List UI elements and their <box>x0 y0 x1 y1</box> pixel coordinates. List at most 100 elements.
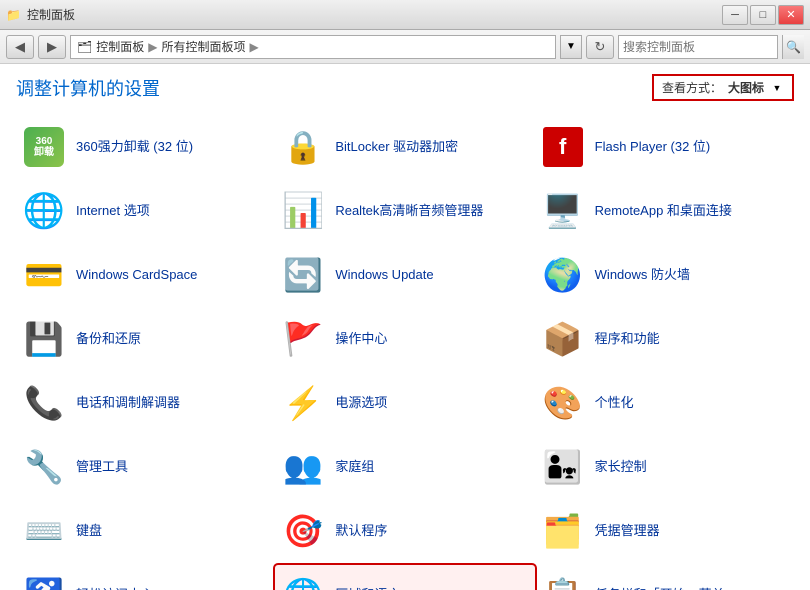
manage-label: 管理工具 <box>76 459 128 476</box>
defaults-icon: 🎯 <box>281 509 325 553</box>
internet-label: Internet 选项 <box>76 203 150 220</box>
personal-label: 个性化 <box>595 395 634 412</box>
access-label: 轻松访问中心 <box>76 587 154 590</box>
programs-label: 程序和功能 <box>595 331 660 348</box>
region-label: 区域和语言 <box>335 587 400 590</box>
winupdate-label: Windows Update <box>335 267 433 284</box>
breadcrumb-sep1: ▶ <box>148 40 157 54</box>
bitlocker-label: BitLocker 驱动器加密 <box>335 139 458 156</box>
items-grid: 360卸载360强力卸载 (32 位)🔒 BitLocker 驱动器加密 f Flas… <box>16 117 794 590</box>
taskbar-label: 任务栏和「开始」菜单 <box>595 587 725 590</box>
grid-item-defaults[interactable]: 🎯 默认程序 <box>275 501 534 561</box>
search-input[interactable] <box>623 40 773 54</box>
grid-item-cardspace[interactable]: 💳 Windows CardSpace <box>16 245 275 305</box>
backup-label: 备份和还原 <box>76 331 141 348</box>
power-label: 电源选项 <box>335 395 387 412</box>
window-controls: ─ □ ✕ <box>722 5 804 25</box>
winupdate-icon: 🔄 <box>281 253 325 297</box>
grid-item-manage[interactable]: 🔧 管理工具 <box>16 437 275 497</box>
folder-small-icon: 🗂 <box>77 40 92 54</box>
credentials-icon: 🗂️ <box>541 509 585 553</box>
minimize-button[interactable]: ─ <box>722 5 748 25</box>
manage-icon: 🔧 <box>22 445 66 489</box>
page-title: 调整计算机的设置 <box>16 75 160 101</box>
search-box <box>618 35 778 59</box>
taskbar-icon: 📋 <box>541 573 585 590</box>
defaults-label: 默认程序 <box>335 523 387 540</box>
breadcrumb-current[interactable]: 所有控制面板项 <box>161 38 245 55</box>
refresh-button[interactable]: ↻ <box>586 35 614 59</box>
grid-item-realtek[interactable]: 📊Realtek高清晰音频管理器 <box>275 181 534 241</box>
dropdown-arrow-icon: ▼ <box>566 41 576 52</box>
dropdown-button[interactable]: ▼ <box>560 35 582 59</box>
keyboard-label: 键盘 <box>76 523 102 540</box>
grid-item-taskbar[interactable]: 📋 任务栏和「开始」菜单 <box>535 565 794 590</box>
content-panel: 调整计算机的设置 查看方式： 大图标 ▼ 360卸载360强力卸载 (32 位)… <box>0 64 810 590</box>
360-icon: 360卸载 <box>22 125 66 169</box>
grid-item-360[interactable]: 360卸载360强力卸载 (32 位) <box>16 117 275 177</box>
view-label: 查看方式： <box>662 79 722 96</box>
search-button[interactable]: 🔍 <box>782 35 804 59</box>
search-icon: 🔍 <box>786 40 801 54</box>
grid-item-homegroup[interactable]: 👥 家庭组 <box>275 437 534 497</box>
view-dropdown-button[interactable]: ▼ <box>770 81 784 95</box>
grid-item-remoteapp[interactable]: 🖥️RemoteApp 和桌面连接 <box>535 181 794 241</box>
view-value: 大图标 <box>728 79 764 96</box>
back-button[interactable]: ◀ <box>6 35 34 59</box>
cardspace-icon: 💳 <box>22 253 66 297</box>
grid-item-flash[interactable]: f Flash Player (32 位) <box>535 117 794 177</box>
homegroup-label: 家庭组 <box>335 459 374 476</box>
flash-label: Flash Player (32 位) <box>595 139 711 156</box>
grid-item-personal[interactable]: 🎨 个性化 <box>535 373 794 433</box>
grid-item-power[interactable]: ⚡ 电源选项 <box>275 373 534 433</box>
title-bar: 📁 控制面板 ─ □ ✕ <box>0 0 810 30</box>
remoteapp-icon: 🖥️ <box>541 189 585 233</box>
firewall-icon: 🌍 <box>541 253 585 297</box>
grid-item-winupdate[interactable]: 🔄 Windows Update <box>275 245 534 305</box>
power-icon: ⚡ <box>281 381 325 425</box>
grid-item-internet[interactable]: 🌐 Internet 选项 <box>16 181 275 241</box>
keyboard-icon: ⌨️ <box>22 509 66 553</box>
title-text: 控制面板 <box>27 6 75 23</box>
grid-item-region[interactable]: 🌐 区域和语言 <box>275 565 534 590</box>
cardspace-label: Windows CardSpace <box>76 267 197 284</box>
main-area: 调整计算机的设置 查看方式： 大图标 ▼ 360卸载360强力卸载 (32 位)… <box>0 64 810 590</box>
breadcrumb[interactable]: 🗂 控制面板 ▶ 所有控制面板项 ▶ <box>70 35 556 59</box>
grid-item-action[interactable]: 🚩 操作中心 <box>275 309 534 369</box>
grid-item-firewall[interactable]: 🌍 Windows 防火墙 <box>535 245 794 305</box>
credentials-label: 凭据管理器 <box>595 523 660 540</box>
region-icon: 🌐 <box>281 573 325 590</box>
programs-icon: 📦 <box>541 317 585 361</box>
access-icon: ♿ <box>22 573 66 590</box>
grid-item-access[interactable]: ♿ 轻松访问中心 <box>16 565 275 590</box>
grid-item-backup[interactable]: 💾 备份和还原 <box>16 309 275 369</box>
homegroup-icon: 👥 <box>281 445 325 489</box>
folder-icon: 📁 <box>6 8 21 22</box>
grid-item-phone[interactable]: 📞电话和调制解调器 <box>16 373 275 433</box>
personal-icon: 🎨 <box>541 381 585 425</box>
forward-button[interactable]: ▶ <box>38 35 66 59</box>
grid-item-credentials[interactable]: 🗂️ 凭据管理器 <box>535 501 794 561</box>
action-icon: 🚩 <box>281 317 325 361</box>
backup-icon: 💾 <box>22 317 66 361</box>
phone-icon: 📞 <box>22 381 66 425</box>
title-bar-left: 📁 控制面板 <box>6 6 75 23</box>
close-button[interactable]: ✕ <box>778 5 804 25</box>
grid-item-parentctl[interactable]: 👨‍👧 家长控制 <box>535 437 794 497</box>
realtek-icon: 📊 <box>281 189 325 233</box>
grid-item-keyboard[interactable]: ⌨️ 键盘 <box>16 501 275 561</box>
action-label: 操作中心 <box>335 331 387 348</box>
grid-item-programs[interactable]: 📦 程序和功能 <box>535 309 794 369</box>
address-bar: ◀ ▶ 🗂 控制面板 ▶ 所有控制面板项 ▶ ▼ ↻ 🔍 <box>0 30 810 64</box>
breadcrumb-root[interactable]: 控制面板 <box>96 38 144 55</box>
flash-icon: f <box>541 125 585 169</box>
view-control[interactable]: 查看方式： 大图标 ▼ <box>652 74 794 101</box>
maximize-button[interactable]: □ <box>750 5 776 25</box>
parentctl-label: 家长控制 <box>595 459 647 476</box>
bitlocker-icon: 🔒 <box>281 125 325 169</box>
firewall-label: Windows 防火墙 <box>595 267 690 284</box>
breadcrumb-sep2: ▶ <box>250 40 259 54</box>
grid-item-bitlocker[interactable]: 🔒 BitLocker 驱动器加密 <box>275 117 534 177</box>
parentctl-icon: 👨‍👧 <box>541 445 585 489</box>
internet-icon: 🌐 <box>22 189 66 233</box>
